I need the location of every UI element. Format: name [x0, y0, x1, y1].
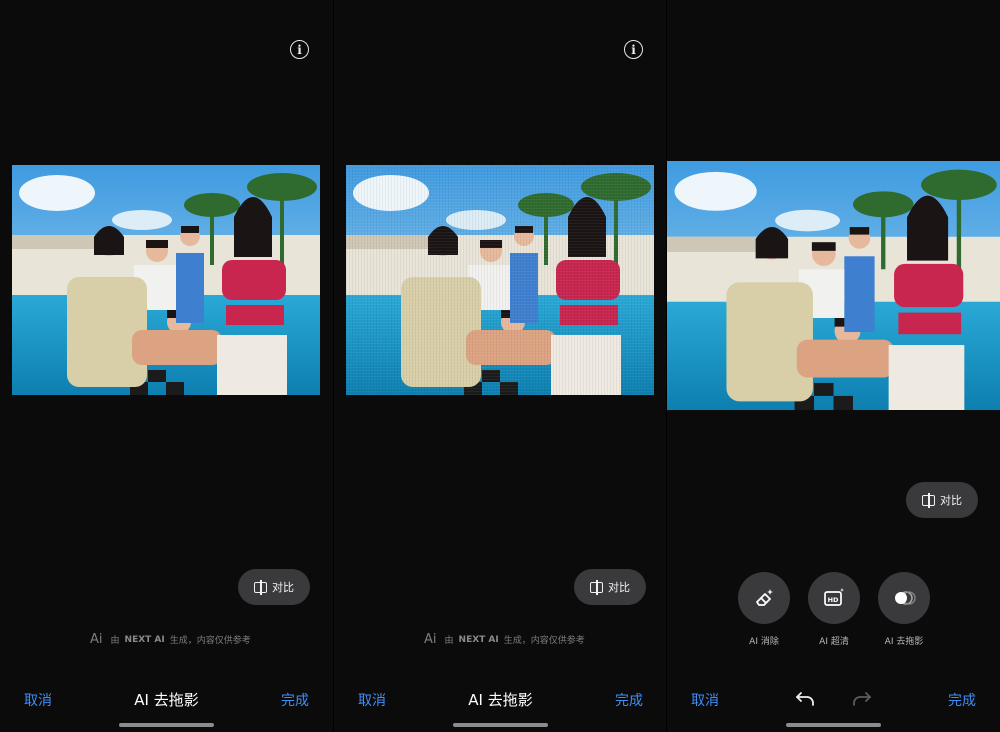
- done-button[interactable]: 完成: [281, 690, 309, 710]
- tool-ai-deblur[interactable]: AI 去拖影: [874, 572, 934, 647]
- disclaimer-suffix: 生成，内容仅供参考: [503, 636, 585, 646]
- photo-preview: [12, 165, 320, 395]
- editor-panel-original: i 对比 Ai 由 NEXT AI 生成，内容仅供参考 取消 AI 去拖影 完成: [0, 0, 333, 732]
- undo-icon[interactable]: [794, 690, 816, 708]
- tool-ai-hd-label: AI 超清: [819, 637, 849, 647]
- compare-label: 对比: [940, 494, 962, 507]
- editor-panel-processing: i 对比 Ai 由 NEXT AI 生成，内容仅供参考 取消 AI 去拖影 完成: [334, 0, 667, 732]
- hd-sparkle-icon: HD: [824, 588, 844, 606]
- compare-button[interactable]: 对比: [906, 482, 978, 518]
- photo-image: [667, 161, 1000, 410]
- disclaimer-brand: NEXT AI: [124, 634, 165, 645]
- disclaimer-brand: NEXT AI: [458, 634, 499, 645]
- tool-ai-deblur-label: AI 去拖影: [884, 637, 924, 647]
- redo-icon[interactable]: [851, 690, 873, 708]
- ai-logo-icon: Ai: [424, 632, 437, 647]
- bottom-bar: 取消 AI 去拖影 完成: [0, 688, 333, 712]
- compare-label: 对比: [272, 581, 294, 594]
- photo-image: [12, 165, 320, 395]
- bottom-bar: 取消 AI 去拖影 完成: [334, 688, 667, 712]
- compare-label: 对比: [608, 581, 630, 594]
- ai-disclaimer: Ai 由 NEXT AI 生成，内容仅供参考: [424, 632, 585, 647]
- photo-preview: [667, 161, 1000, 410]
- photo-image: [346, 165, 654, 395]
- home-indicator[interactable]: [453, 723, 548, 727]
- done-button[interactable]: 完成: [948, 690, 976, 710]
- compare-button[interactable]: 对比: [574, 569, 646, 605]
- compare-icon: [922, 492, 935, 508]
- tool-ai-erase-label: AI 消除: [749, 637, 779, 647]
- tool-ai-deblur-button[interactable]: [878, 572, 930, 624]
- compare-icon: [254, 579, 267, 595]
- done-button[interactable]: 完成: [615, 690, 643, 710]
- info-icon[interactable]: i: [624, 40, 643, 59]
- compare-icon: [590, 579, 603, 595]
- tool-ai-erase[interactable]: AI 消除: [734, 572, 794, 647]
- disclaimer-prefix: 由: [444, 636, 454, 646]
- disclaimer-prefix: 由: [110, 636, 120, 646]
- eraser-sparkle-icon: [756, 589, 773, 606]
- compare-button[interactable]: 对比: [238, 569, 310, 605]
- tool-ai-erase-button[interactable]: [738, 572, 790, 624]
- bottom-bar: 取消 完成: [667, 688, 1000, 712]
- tool-ai-hd-button[interactable]: HD: [808, 572, 860, 624]
- deblur-circle-icon: [895, 591, 916, 605]
- ai-disclaimer: Ai 由 NEXT AI 生成，内容仅供参考: [90, 632, 251, 647]
- svg-text:HD: HD: [828, 596, 839, 604]
- disclaimer-suffix: 生成，内容仅供参考: [169, 636, 251, 646]
- photo-preview: [346, 165, 654, 395]
- home-indicator[interactable]: [119, 723, 214, 727]
- home-indicator[interactable]: [786, 723, 881, 727]
- tool-ai-hd[interactable]: HD AI 超清: [804, 572, 864, 647]
- editor-panel-result: 对比 AI 消除 HD AI 超清 AI 去拖影 取消 完成: [667, 0, 1000, 732]
- cancel-button[interactable]: 取消: [691, 690, 719, 710]
- ai-logo-icon: Ai: [90, 632, 103, 647]
- info-icon[interactable]: i: [290, 40, 309, 59]
